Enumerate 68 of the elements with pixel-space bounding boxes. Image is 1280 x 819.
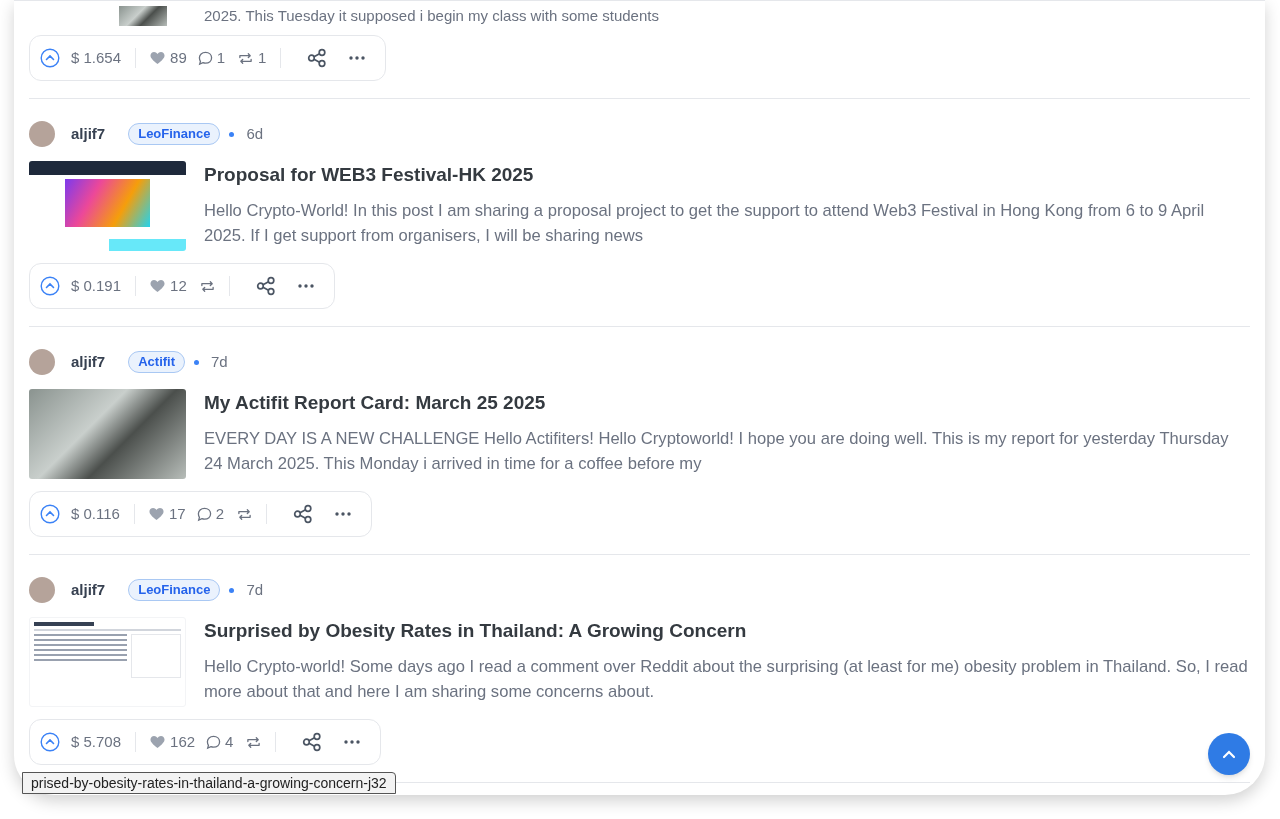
author-name[interactable]: aljif7 <box>71 578 106 602</box>
document-thumbnail[interactable] <box>29 617 186 707</box>
heart-icon <box>148 507 164 521</box>
share-button[interactable] <box>292 504 313 524</box>
post-title[interactable]: My Actifit Report Card: March 25 2025 <box>204 391 1250 415</box>
more-icon <box>297 284 314 288</box>
like-button[interactable]: 17 <box>148 502 186 526</box>
community-tag[interactable]: LeoFinance <box>128 579 221 601</box>
share-button[interactable] <box>307 48 328 68</box>
comment-button[interactable]: 2 <box>196 502 224 526</box>
community-tag[interactable]: Actifit <box>128 351 186 373</box>
like-button[interactable]: 12 <box>150 274 187 298</box>
reblog-button[interactable] <box>236 506 252 522</box>
author-name[interactable]: aljif7 <box>71 350 106 374</box>
comment-icon <box>196 506 212 522</box>
share-icon <box>302 732 323 752</box>
more-icon <box>344 740 361 744</box>
post-title[interactable]: Surprised by Obesity Rates in Thailand: A Growing Concern <box>204 619 1250 643</box>
post-excerpt: Hello Crypto-world! Some days ago I read a comment over Reddit about the surprising (at least for me) obesity problem in Thailand. So, I read more about that and here I am sharing some concerns about. <box>204 656 1249 703</box>
more-icon <box>349 56 366 60</box>
reblog-button[interactable]: 1 <box>238 46 267 70</box>
heart-icon <box>150 279 166 293</box>
post-title[interactable]: Proposal for WEB3 Festival-HK 2025 <box>204 163 1250 187</box>
comment-button[interactable]: 4 <box>206 730 234 754</box>
comment-button[interactable]: 1 <box>197 46 226 70</box>
share-button[interactable] <box>302 732 323 752</box>
upvote-icon <box>40 276 60 296</box>
post-time: 7d <box>211 351 228 372</box>
comment-icon <box>206 734 222 750</box>
post-time: 7d <box>246 579 264 600</box>
reblog-icon <box>236 506 252 522</box>
payout-amount: $ 1.654 <box>71 47 122 68</box>
share-button[interactable] <box>255 276 276 296</box>
comment-icon <box>197 50 213 66</box>
heart-icon <box>150 51 166 65</box>
post-excerpt: EVERY DAY IS A NEW CHALLENGE Hello Actifiters! Hello Cryptoworld! I hope you are doing well. This is my report for yesterday Thursday 24 March 2025. This Monday i arrived in time for a coffee before my <box>204 428 1230 475</box>
reblog-button[interactable] <box>246 734 262 750</box>
reblog-icon <box>246 734 262 750</box>
post-excerpt: Hello Crypto-World! In this post I am sharing a proposal project to get the support to attend Web3 Festival in Hong Kong from 6 to 9 April 2025. If I get support from organisers, I will be sharing news <box>204 200 1206 247</box>
heart-icon <box>150 735 166 749</box>
upvote-icon <box>40 732 60 752</box>
payout-amount: $ 5.708 <box>71 731 122 752</box>
reblog-icon <box>238 50 254 66</box>
payout-amount: $ 0.191 <box>71 275 122 296</box>
upvote-button[interactable] <box>40 504 60 524</box>
post-excerpt: 2025. This Tuesday it supposed i begin my class with some students <box>204 6 659 26</box>
reblog-button[interactable] <box>199 278 215 294</box>
post-time: 6d <box>246 123 264 144</box>
share-icon <box>292 504 313 524</box>
status-bar-url: prised-by-obesity-rates-in-thailand-a-growing-concern-j32 <box>22 772 396 794</box>
chevron-up-icon <box>1222 749 1236 759</box>
community-tag[interactable]: LeoFinance <box>128 123 221 145</box>
share-icon <box>307 48 328 68</box>
photo-placeholder[interactable] <box>119 6 167 26</box>
upvote-button[interactable] <box>40 48 60 68</box>
upvote-button[interactable] <box>40 276 60 296</box>
upvote-icon <box>40 48 60 68</box>
upvote-icon <box>40 504 60 524</box>
more-icon <box>334 512 351 516</box>
upvote-button[interactable] <box>40 732 60 752</box>
author-name[interactable]: aljif7 <box>71 122 106 146</box>
share-icon <box>255 276 276 296</box>
photo-placeholder[interactable] <box>29 389 186 479</box>
like-button[interactable]: 89 <box>150 46 187 70</box>
reblog-icon <box>199 278 215 294</box>
like-button[interactable]: 162 <box>150 730 196 754</box>
scroll-to-top-button[interactable] <box>1208 733 1250 775</box>
payout-amount: $ 0.116 <box>71 503 120 524</box>
